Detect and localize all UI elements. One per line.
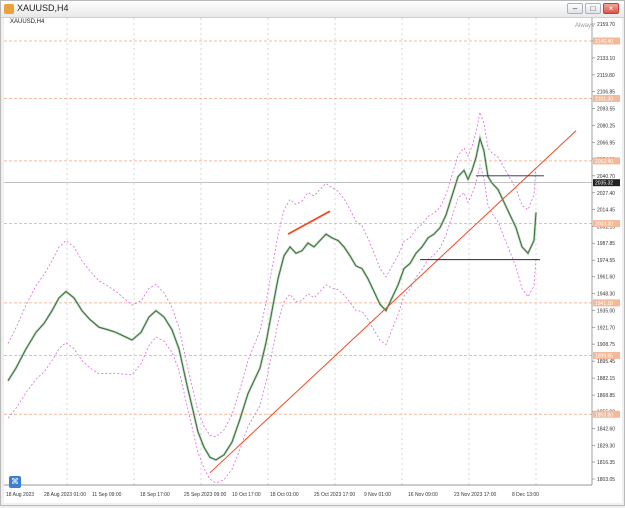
price-tick-label: 1829.30: [597, 444, 615, 450]
lower-band: [7, 164, 537, 484]
price-tick-label: 2014.45: [597, 207, 615, 213]
price-tick-label: 1803.05: [597, 477, 615, 483]
time-tick-label: 8 Dec 13:00: [512, 492, 539, 498]
level-tag-label: 1941.10: [595, 301, 613, 307]
time-tick-label: 25 Sep 2023 09:00: [184, 492, 226, 498]
level-tag-label: 1853.80: [595, 412, 613, 418]
time-tick-label: 23 Nov 2023 17:00: [454, 492, 496, 498]
time-tick-label: 11 Sep 09:00: [92, 492, 122, 498]
raw-price-series: [6, 133, 538, 462]
price-tick-label: 2066.95: [597, 140, 615, 146]
price-tick-label: 1948.30: [597, 292, 615, 298]
price-tick-label: 1816.35: [597, 460, 615, 466]
price-tick-label: 1961.60: [597, 275, 615, 281]
time-tick-label: 9 Nov 01:00: [364, 492, 391, 498]
chart-window-icon: [4, 4, 14, 14]
algo-trading-label: Always: [574, 23, 594, 29]
price-series: [7, 136, 537, 461]
price-tick-label: 2119.80: [597, 73, 615, 79]
price-tick-label: 2133.10: [597, 56, 615, 62]
price-tick-label: 2093.55: [597, 106, 615, 112]
level-tag-label: 2101.30: [595, 97, 613, 103]
level-tag-label: 2003.30: [595, 222, 613, 228]
chart-help-icon[interactable]: ⌘: [9, 476, 21, 488]
price-tick-label: 1921.70: [597, 326, 615, 332]
price-tick-label: 1974.55: [597, 258, 615, 264]
time-tick-label: 16 Nov 09:00: [408, 492, 438, 498]
restore-button[interactable]: □: [585, 3, 601, 14]
time-tick-label: 18 Aug 2023: [6, 492, 34, 498]
price-tick-label: 1895.45: [597, 359, 615, 365]
price-tick-label: 1935.00: [597, 309, 615, 315]
price-tick-label: 2080.25: [597, 123, 615, 129]
price-tick-label: 2027.40: [597, 191, 615, 197]
level-tag-label: 2052.40: [595, 159, 613, 165]
price-tick-label: 1882.15: [597, 376, 615, 382]
price-tick-label: 1987.85: [597, 241, 615, 247]
price-chart[interactable]: 2159.70 2146.40 2133.10 2119.80 2106.85 2093.…: [4, 18, 622, 503]
time-tick-label: 28 Aug 2023 01:00: [44, 492, 86, 498]
price-tick-label: 1908.75: [597, 342, 615, 348]
price-tick-label: 2159.70: [597, 22, 615, 28]
price-tick-label: 2106.85: [597, 89, 615, 95]
short-trend-segment: [287, 210, 331, 235]
price-tick-label: 1868.85: [597, 393, 615, 399]
time-tick-label: 18 Sep 17:00: [140, 492, 170, 498]
main-trendline: [209, 130, 577, 474]
price-tick-label: 1842.60: [597, 427, 615, 433]
price-tick-label: 2040.70: [597, 174, 615, 180]
symbol-label: XAUUSD,H4: [10, 19, 45, 25]
time-tick-label: 18 Oct 01:00: [270, 492, 299, 498]
level-tag-label: 2146.40: [595, 39, 613, 45]
minimize-button[interactable]: –: [567, 3, 583, 14]
window-title: XAUUSD,H4: [17, 3, 69, 13]
close-button[interactable]: ×: [603, 3, 619, 14]
current-price-label: 2035.32: [595, 181, 613, 187]
chart-canvas[interactable]: 2159.70 2146.40 2133.10 2119.80 2106.85 2093.…: [4, 18, 622, 503]
time-tick-label: 10 Oct 17:00: [232, 492, 261, 498]
chart-window: XAUUSD,H4 – □ × 2159.70 2146.40 2133.10 211…: [0, 0, 625, 506]
title-bar[interactable]: XAUUSD,H4 – □ ×: [1, 1, 624, 18]
time-tick-label: 25 Oct 2023 17:00: [314, 492, 355, 498]
level-tag-label: 1899.85: [595, 354, 613, 360]
